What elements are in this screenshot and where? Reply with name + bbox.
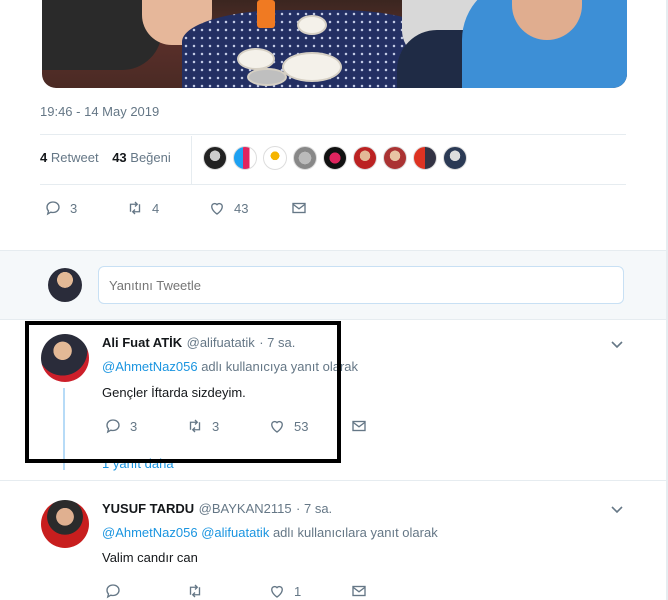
message-button[interactable] xyxy=(290,199,372,217)
like-count: 1 xyxy=(294,583,302,599)
divider xyxy=(40,134,626,135)
thread-line xyxy=(63,388,65,470)
reply-button[interactable]: 3 xyxy=(104,417,186,435)
liker-avatar[interactable] xyxy=(413,146,437,170)
liker-avatar[interactable] xyxy=(263,146,287,170)
liker-avatar[interactable] xyxy=(323,146,347,170)
mention-link[interactable]: @AhmetNaz056 xyxy=(102,525,198,540)
heart-icon xyxy=(211,202,223,215)
reply-input[interactable] xyxy=(98,266,624,304)
reply-icon xyxy=(46,201,60,216)
replying-to: @AhmetNaz056 @alifuatatik adlı kullanıcı… xyxy=(102,525,438,540)
like-button[interactable]: 43 xyxy=(208,199,290,217)
envelope-icon xyxy=(292,202,306,214)
replying-to: @AhmetNaz056 adlı kullanıcıya yanıt olar… xyxy=(102,359,358,374)
reply-count: 3 xyxy=(130,418,138,434)
reply-header: YUSUF TARDU @BAYKAN2115 · 7 sa. xyxy=(102,500,332,518)
like-stat-count: 43 xyxy=(112,150,127,165)
reply-tweet[interactable]: Ali Fuat ATİK @alifuatatik · 7 sa. @Ahme… xyxy=(0,321,668,481)
author-handle[interactable]: @alifuatatik xyxy=(187,335,255,350)
mention-link[interactable]: @AhmetNaz056 xyxy=(102,359,198,374)
retweet-button[interactable]: 3 xyxy=(186,417,268,435)
message-button[interactable] xyxy=(350,582,432,600)
reply-text: Valim candır can xyxy=(102,550,198,565)
tweet-photo[interactable] xyxy=(42,0,627,88)
envelope-icon xyxy=(352,585,366,597)
reply-icon xyxy=(106,419,120,434)
liker-avatar[interactable] xyxy=(293,146,317,170)
reply-text: Gençler İftarda sizdeyim. xyxy=(102,385,246,400)
avatar[interactable] xyxy=(41,500,89,548)
replying-to-text: adlı kullanıcılara yanıt olarak xyxy=(272,525,438,540)
reply-actions: 3 3 53 xyxy=(104,417,432,435)
divider xyxy=(40,184,626,185)
reply-button[interactable] xyxy=(104,582,186,600)
envelope-icon xyxy=(352,420,366,432)
reply-time[interactable]: · 7 sa. xyxy=(259,335,295,350)
retweet-stat[interactable]: 4 Retweet xyxy=(40,150,99,165)
mention-link[interactable]: @alifuatatik xyxy=(201,525,269,540)
like-stat[interactable]: 43 Beğeni xyxy=(112,150,171,165)
avatar[interactable] xyxy=(41,334,89,382)
liker-avatar[interactable] xyxy=(353,146,377,170)
current-user-avatar[interactable] xyxy=(48,268,82,302)
reply-button[interactable]: 3 xyxy=(44,199,126,217)
retweet-icon xyxy=(129,201,141,215)
liker-avatar[interactable] xyxy=(203,146,227,170)
tweet-actions: 3 4 43 xyxy=(44,199,372,217)
retweet-icon xyxy=(189,584,201,598)
author-handle[interactable]: @BAYKAN2115 xyxy=(199,501,292,516)
reply-tweet[interactable]: YUSUF TARDU @BAYKAN2115 · 7 sa. @AhmetNa… xyxy=(0,486,668,600)
retweet-count: 4 xyxy=(152,200,160,216)
retweet-stat-count: 4 xyxy=(40,150,48,165)
liker-avatar[interactable] xyxy=(233,146,257,170)
liker-avatar[interactable] xyxy=(443,146,467,170)
more-replies-link[interactable]: 1 yanıt daha xyxy=(102,456,174,471)
tweet-stats: 4 Retweet 43 Beğeni xyxy=(40,150,171,165)
heart-icon xyxy=(271,420,283,433)
reply-time[interactable]: · 7 sa. xyxy=(296,501,332,516)
chevron-down-icon[interactable] xyxy=(610,502,624,516)
author-name[interactable]: Ali Fuat ATİK xyxy=(102,335,182,350)
like-button[interactable]: 1 xyxy=(268,582,350,600)
chevron-down-icon[interactable] xyxy=(610,337,624,351)
reply-header: Ali Fuat ATİK @alifuatatik · 7 sa. xyxy=(102,334,295,352)
like-stat-label: Beğeni xyxy=(130,150,171,165)
liker-avatar[interactable] xyxy=(383,146,407,170)
like-button[interactable]: 53 xyxy=(268,417,350,435)
reply-count: 3 xyxy=(70,200,78,216)
author-name[interactable]: YUSUF TARDU xyxy=(102,501,194,516)
likers-avatars xyxy=(203,146,467,170)
reply-actions: 1 xyxy=(104,582,432,600)
stats-separator xyxy=(191,136,192,184)
tweet-timestamp[interactable]: 19:46 - 14 May 2019 xyxy=(40,104,159,119)
retweet-button[interactable] xyxy=(186,582,268,600)
reply-icon xyxy=(106,584,120,599)
like-count: 43 xyxy=(234,200,249,216)
retweet-button[interactable]: 4 xyxy=(126,199,208,217)
reply-composer xyxy=(0,250,668,320)
message-button[interactable] xyxy=(350,417,432,435)
retweet-stat-label: Retweet xyxy=(50,150,99,165)
heart-icon xyxy=(271,585,283,598)
retweet-icon xyxy=(189,419,201,433)
retweet-count: 3 xyxy=(212,418,220,434)
like-count: 53 xyxy=(294,418,309,434)
replying-to-text: adlı kullanıcıya yanıt olarak xyxy=(201,359,359,374)
